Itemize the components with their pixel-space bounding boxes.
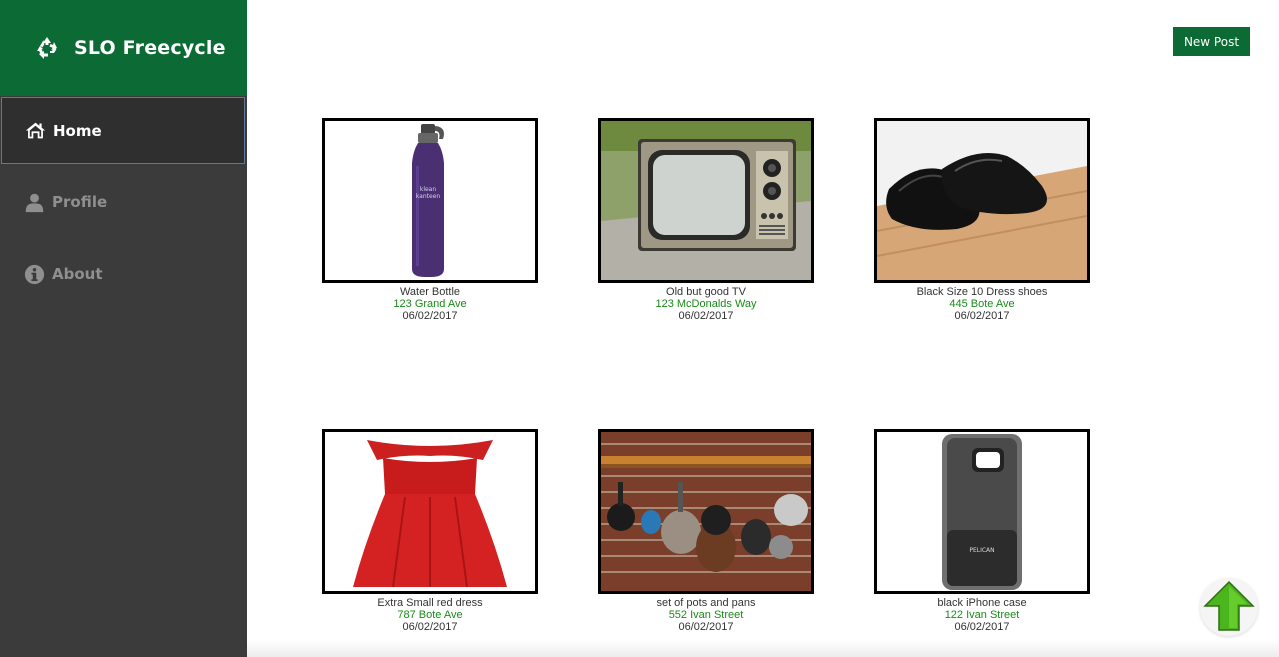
red-dress-image[interactable] (322, 429, 538, 594)
post-date: 06/02/2017 (678, 621, 734, 633)
nav-item-profile[interactable]: Profile (0, 168, 247, 236)
user-icon (25, 193, 44, 212)
post-name: black iPhone case (937, 597, 1027, 609)
post-date: 06/02/2017 (678, 310, 734, 322)
post-date: 06/02/2017 (954, 621, 1010, 633)
post-name: set of pots and pans (656, 597, 756, 609)
post-address: 122 Ivan Street (944, 609, 1020, 621)
post-card[interactable]: Extra Small red dress 787 Bote Ave 06/02… (322, 429, 538, 633)
post-date: 06/02/2017 (402, 621, 458, 633)
post-address: 445 Bote Ave (949, 298, 1015, 310)
post-address: 552 Ivan Street (668, 609, 744, 621)
post-name: Black Size 10 Dress shoes (916, 286, 1048, 298)
post-address: 787 Bote Ave (397, 609, 463, 621)
post-name: Extra Small red dress (377, 597, 483, 609)
dress-shoes-image[interactable] (874, 118, 1090, 283)
post-card[interactable]: Black Size 10 Dress shoes 445 Bote Ave 0… (874, 118, 1090, 322)
nav-item-home[interactable]: Home (1, 97, 245, 164)
water-bottle-image[interactable]: klean kanteen (322, 118, 538, 283)
post-card[interactable]: Old but good TV 123 McDonalds Way 06/02/… (598, 118, 814, 322)
svg-text:kanteen: kanteen (416, 193, 441, 200)
post-address: 123 Grand Ave (393, 298, 467, 310)
nav-label-home: Home (53, 121, 102, 140)
nav-label-profile: Profile (52, 193, 108, 211)
post-card[interactable]: klean kanteen Water Bottle 123 Grand Ave… (322, 118, 538, 322)
info-icon (24, 264, 45, 284)
svg-text:PELICAN: PELICAN (969, 547, 994, 554)
post-card[interactable]: set of pots and pans 552 Ivan Street 06/… (598, 429, 814, 633)
post-date: 06/02/2017 (954, 310, 1010, 322)
app-title: SLO Freecycle (74, 37, 226, 59)
sidebar: SLO Freecycle Home Profile About (0, 0, 247, 657)
post-name: Water Bottle (399, 286, 461, 298)
iphone-case-image[interactable]: PELICAN (874, 429, 1090, 594)
post-address: 123 McDonalds Way (655, 298, 757, 310)
home-icon (25, 122, 46, 139)
bottom-shadow (247, 640, 1279, 657)
tv-image[interactable] (598, 118, 814, 283)
post-date: 06/02/2017 (402, 310, 458, 322)
scroll-top-button[interactable] (1200, 578, 1258, 636)
nav-item-about[interactable]: About (0, 240, 247, 308)
brand-header[interactable]: SLO Freecycle (0, 0, 247, 96)
svg-text:klean: klean (420, 186, 437, 193)
nav-label-about: About (52, 265, 103, 283)
pots-and-pans-image[interactable] (598, 429, 814, 594)
post-name: Old but good TV (666, 286, 746, 298)
post-card[interactable]: PELICAN black iPhone case 122 Ivan Stree… (874, 429, 1090, 633)
recycle-icon (37, 37, 57, 59)
new-post-button[interactable]: New Post (1173, 27, 1250, 56)
arrow-up-icon (1203, 580, 1255, 631)
